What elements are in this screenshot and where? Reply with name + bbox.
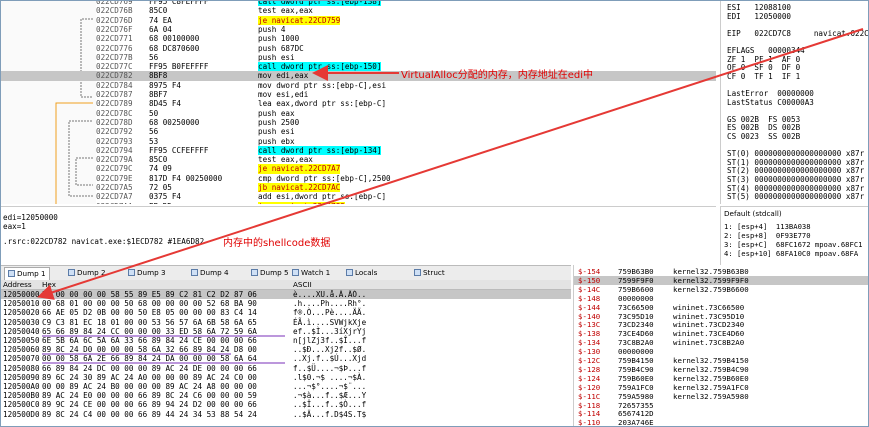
- annotation-arrows: [37, 28, 864, 300]
- debugger-window: 022CD769 FF95 C8FEFFFF call dword ptr ss:[…: [0, 0, 869, 427]
